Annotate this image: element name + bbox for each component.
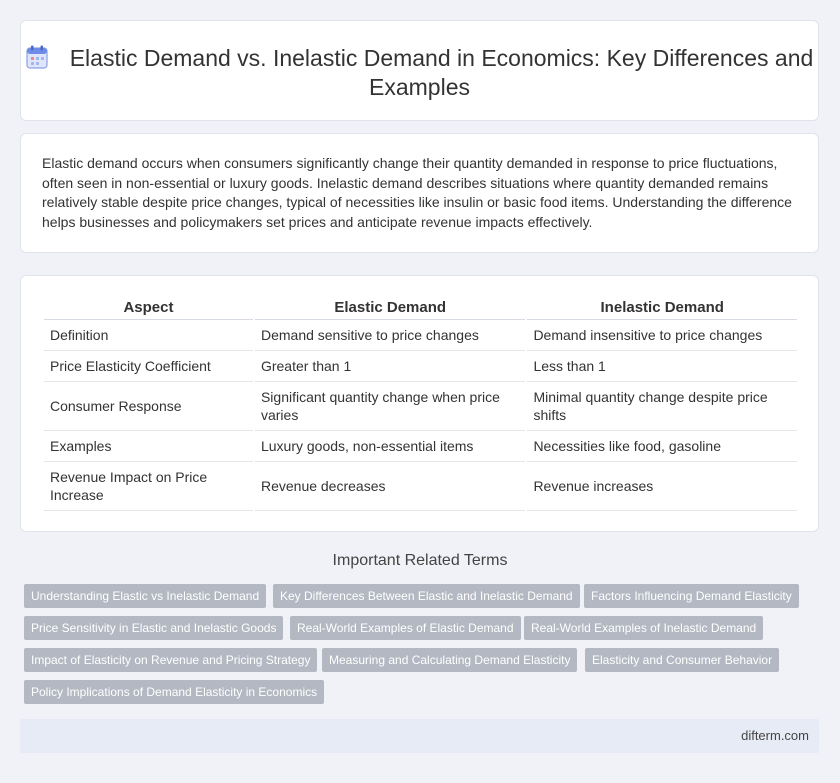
table-row: Examples Luxury goods, non-essential ite…	[44, 431, 797, 462]
comparison-table-card: Aspect Elastic Demand Inelastic Demand D…	[20, 275, 819, 532]
table-cell: Luxury goods, non-essential items	[254, 431, 526, 462]
table-row: Revenue Impact on Price Increase Revenue…	[44, 462, 797, 511]
table-cell: Necessities like food, gasoline	[527, 431, 797, 462]
related-term-tag[interactable]: Key Differences Between Elastic and Inel…	[273, 584, 580, 608]
table-cell: Consumer Response	[44, 382, 253, 431]
column-header-elastic: Elastic Demand	[254, 296, 526, 320]
related-term-tag[interactable]: Price Sensitivity in Elastic and Inelast…	[24, 616, 284, 640]
table-cell: Greater than 1	[254, 351, 526, 382]
related-term-tag[interactable]: Real-World Examples of Elastic Demand	[290, 616, 521, 640]
table-row: Definition Demand sensitive to price cha…	[44, 320, 797, 351]
column-header-aspect: Aspect	[44, 296, 253, 320]
related-term-tag[interactable]: Policy Implications of Demand Elasticity…	[24, 680, 325, 704]
table-row: Price Elasticity Coefficient Greater tha…	[44, 351, 797, 382]
table-cell: Demand sensitive to price changes	[254, 320, 526, 351]
table-cell: Significant quantity change when price v…	[254, 382, 526, 431]
table-row: Consumer Response Significant quantity c…	[44, 382, 797, 431]
table-cell: Revenue Impact on Price Increase	[44, 462, 253, 511]
related-term-tag[interactable]: Impact of Elasticity on Revenue and Pric…	[24, 648, 318, 672]
page-title: Elastic Demand vs. Inelastic Demand in E…	[69, 45, 814, 100]
comparison-table: Aspect Elastic Demand Inelastic Demand D…	[42, 296, 799, 511]
related-term-tag[interactable]: Measuring and Calculating Demand Elastic…	[322, 648, 578, 672]
related-term-tag[interactable]: Factors Influencing Demand Elasticity	[584, 584, 799, 608]
table-cell: Less than 1	[527, 351, 797, 382]
table-cell: Demand insensitive to price changes	[527, 320, 797, 351]
related-terms-heading: Important Related Terms	[332, 552, 508, 569]
related-term-tag[interactable]: Real-World Examples of Inelastic Demand	[524, 616, 764, 640]
header-card: Elastic Demand vs. Inelastic Demand in E…	[20, 20, 819, 121]
intro-paragraph: Elastic demand occurs when consumers sig…	[42, 155, 792, 230]
related-term-tag[interactable]: Elasticity and Consumer Behavior	[585, 648, 780, 672]
table-cell: Revenue increases	[527, 462, 797, 511]
table-cell: Definition	[44, 320, 253, 351]
related-term-tag[interactable]: Understanding Elastic vs Inelastic Deman…	[24, 584, 267, 608]
page-title-row: Elastic Demand vs. Inelastic Demand in E…	[21, 44, 818, 102]
intro-card: Elastic demand occurs when consumers sig…	[20, 133, 819, 253]
table-cell: Price Elasticity Coefficient	[44, 351, 253, 382]
calendar-icon	[26, 45, 48, 69]
footer-site-link[interactable]: difterm.com	[741, 728, 809, 743]
table-cell: Minimal quantity change despite price sh…	[527, 382, 797, 431]
footer: difterm.com	[20, 719, 819, 753]
table-cell: Examples	[44, 431, 253, 462]
table-cell: Revenue decreases	[254, 462, 526, 511]
column-header-inelastic: Inelastic Demand	[527, 296, 797, 320]
table-header-row: Aspect Elastic Demand Inelastic Demand	[44, 296, 797, 320]
